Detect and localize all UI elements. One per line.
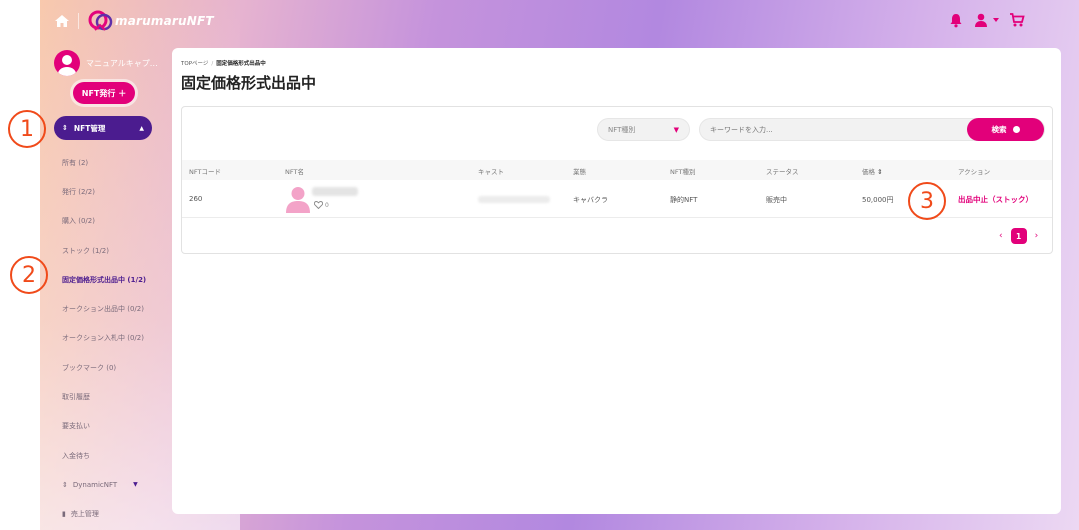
column-header-price-label: 価格 [862, 168, 875, 176]
sidebar-item-label: オークション出品中 (0/2) [62, 305, 144, 314]
sidebar-item-label: 売上管理 [70, 510, 99, 519]
chevron-right-icon[interactable]: › [1035, 231, 1039, 241]
sidebar-item-awaiting-deposit[interactable]: 入金待ち [62, 441, 172, 470]
nft-type-select[interactable]: NFT種別 ▼ [597, 118, 690, 141]
sidebar-item-label: 取引履歴 [62, 393, 90, 402]
sort-icon: ⇕ [877, 168, 883, 176]
sidebar-item-transaction-history[interactable]: 取引履歴 [62, 382, 172, 411]
annotation-marker: 1 [8, 110, 46, 148]
cell-status: 販売中 [766, 196, 787, 204]
column-header-cast: キャスト [478, 168, 504, 176]
sidebar-item-label: 要支払い [62, 422, 90, 431]
chevron-down-icon[interactable] [992, 12, 1000, 28]
sort-icon: ⇕ [62, 124, 68, 132]
annotation-marker: 3 [908, 182, 946, 220]
sidebar-item-label: 所有 (2) [62, 158, 89, 167]
nft-type-placeholder: NFT種別 [608, 125, 636, 134]
cell-code: 260 [189, 195, 203, 203]
sidebar-menu: 所有 (2) 発行 (2/2) 購入 (0/2) ストック (1/2) 固定価格… [62, 148, 172, 529]
likes-count: 0 [325, 201, 329, 209]
sidebar-item-label: オークション入札中 (0/2) [62, 334, 144, 343]
search-icon [1012, 126, 1020, 133]
cancel-listing-link[interactable]: 出品中止（ストック） [958, 194, 1033, 205]
nft-manage-label: NFT管理 [73, 123, 106, 133]
sidebar-item-auction-listing[interactable]: オークション出品中 (0/2) [62, 294, 172, 323]
search-button-label: 検索 [991, 125, 1007, 134]
search-button[interactable]: 検索 [967, 118, 1044, 141]
bar-chart-icon: ▮ [62, 510, 66, 519]
cell-type: 静的NFT [670, 196, 698, 204]
nft-manage-toggle[interactable]: ⇕ NFT管理 ▲ [54, 116, 152, 140]
sidebar-item-bookmark[interactable]: ブックマーク (0) [62, 353, 172, 382]
column-header-price[interactable]: 価格 ⇕ [862, 166, 883, 176]
cell-business: キャバクラ [573, 196, 608, 204]
column-header-name: NFT名 [285, 168, 304, 176]
sidebar: マニュアルキャプ… NFT発行 ＋ ⇕ NFT管理 ▲ 所有 (2) 発行 (2… [40, 44, 172, 530]
sidebar-item-auction-bidding[interactable]: オークション入札中 (0/2) [62, 324, 172, 353]
chevron-up-icon: ▲ [139, 124, 144, 132]
column-header-action: アクション [958, 168, 991, 176]
avatar [54, 50, 80, 76]
sidebar-item-payment-required[interactable]: 要支払い [62, 412, 172, 441]
page-button-current[interactable]: 1 [1010, 228, 1027, 244]
cast-redacted [478, 196, 550, 203]
listing-table-card: NFT種別 ▼ 検索 NFTコード NFT名 キャスト 業態 NFT種別 ステー… [181, 106, 1053, 254]
sidebar-item-purchased[interactable]: 購入 (0/2) [62, 207, 172, 236]
sidebar-item-dynamic-nft[interactable]: ⇕ DynamicNFT ▼ [62, 470, 172, 499]
app-root: marumaruNFT マニュアルキャプ… NFT発行 ＋ ⇕ NFT管理 ▲ … [40, 0, 1079, 530]
nft-name-redacted [312, 187, 358, 196]
likes: 0 [314, 201, 329, 209]
annotation-marker: 2 [10, 256, 48, 294]
cart-icon[interactable] [1009, 12, 1025, 28]
breadcrumb-separator: / [211, 61, 214, 67]
header-icons [948, 12, 1025, 28]
logo-mark-icon [88, 10, 113, 31]
heart-icon[interactable] [314, 201, 323, 209]
nft-issue-button[interactable]: NFT発行 ＋ [73, 82, 135, 104]
user-icon[interactable] [973, 12, 989, 28]
user-name: マニュアルキャプ… [86, 58, 158, 68]
breadcrumb-current: 固定価格形式出品中 [216, 61, 266, 67]
breadcrumb-home[interactable]: TOPページ [181, 61, 208, 67]
main-content: TOPページ/固定価格形式出品中 固定価格形式出品中 NFT種別 ▼ 検索 NF… [172, 48, 1061, 514]
chevron-left-icon[interactable]: ‹ [999, 231, 1003, 241]
sidebar-item-label: 発行 (2/2) [62, 187, 95, 196]
brand-logo[interactable]: marumaruNFT [86, 8, 214, 34]
sidebar-item-fixed-price-listing[interactable]: 固定価格形式出品中 (1/2) [62, 265, 172, 294]
sidebar-item-label: 購入 (0/2) [62, 217, 95, 226]
sidebar-item-label: 固定価格形式出品中 (1/2) [62, 275, 147, 284]
chevron-down-icon: ▼ [133, 481, 138, 489]
header-divider [78, 13, 79, 29]
sidebar-item-stock[interactable]: ストック (1/2) [62, 236, 172, 265]
home-icon[interactable] [54, 13, 70, 29]
cell-price: 50,000円 [862, 196, 894, 204]
column-header-status: ステータス [766, 168, 799, 176]
table-header: NFTコード NFT名 キャスト 業態 NFT種別 ステータス 価格 ⇕ アクシ… [182, 160, 1052, 180]
user-row[interactable]: マニュアルキャプ… [54, 50, 158, 76]
sidebar-item-owned[interactable]: 所有 (2) [62, 148, 172, 177]
column-header-type: NFT種別 [670, 168, 696, 176]
column-header-code: NFTコード [189, 168, 221, 176]
logo-text: marumaruNFT [115, 14, 214, 28]
column-header-business: 業態 [573, 168, 586, 176]
sidebar-item-sales-management[interactable]: ▮ 売上管理 [62, 500, 172, 529]
sidebar-item-label: 入金待ち [62, 451, 90, 460]
sort-icon: ⇕ [62, 480, 68, 489]
nft-thumbnail[interactable] [285, 185, 311, 213]
sidebar-item-label: ブックマーク (0) [62, 363, 117, 372]
chevron-down-icon: ▼ [673, 125, 679, 134]
page-title: 固定価格形式出品中 [181, 74, 317, 92]
top-bar: marumaruNFT [40, 0, 1079, 44]
notification-icon[interactable] [948, 12, 964, 28]
pagination: ‹ 1 › [999, 228, 1038, 244]
sidebar-item-issued[interactable]: 発行 (2/2) [62, 177, 172, 206]
sidebar-item-label: DynamicNFT [72, 480, 118, 489]
sidebar-item-label: ストック (1/2) [62, 246, 109, 255]
breadcrumb: TOPページ / 固定価格形式出品中 [181, 59, 266, 67]
